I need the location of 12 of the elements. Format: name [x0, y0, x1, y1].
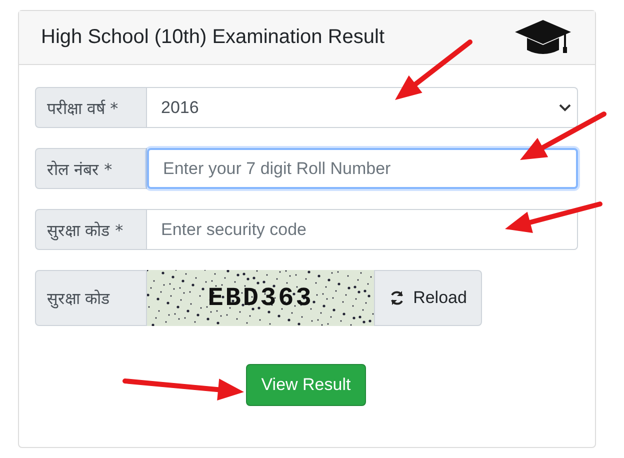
input-field[interactable]: Enter your 7 digit Roll Number [147, 148, 578, 189]
field-label: रोल नंबर * [35, 148, 147, 189]
refresh-icon [389, 290, 406, 306]
input-field[interactable]: Enter security code [147, 209, 578, 250]
field-label: परीक्षा वर्ष * [35, 87, 147, 128]
card-title: High School (10th) Examination Result [41, 26, 385, 49]
caret-icon [559, 104, 571, 112]
field-label: सुरक्षा कोड * [35, 209, 147, 250]
field-label: सुरक्षा कोड [35, 270, 147, 326]
year-select[interactable]: 2016 [147, 87, 578, 128]
captcha-image: EBD363 [147, 270, 374, 326]
reload-button[interactable]: Reload [374, 270, 482, 326]
